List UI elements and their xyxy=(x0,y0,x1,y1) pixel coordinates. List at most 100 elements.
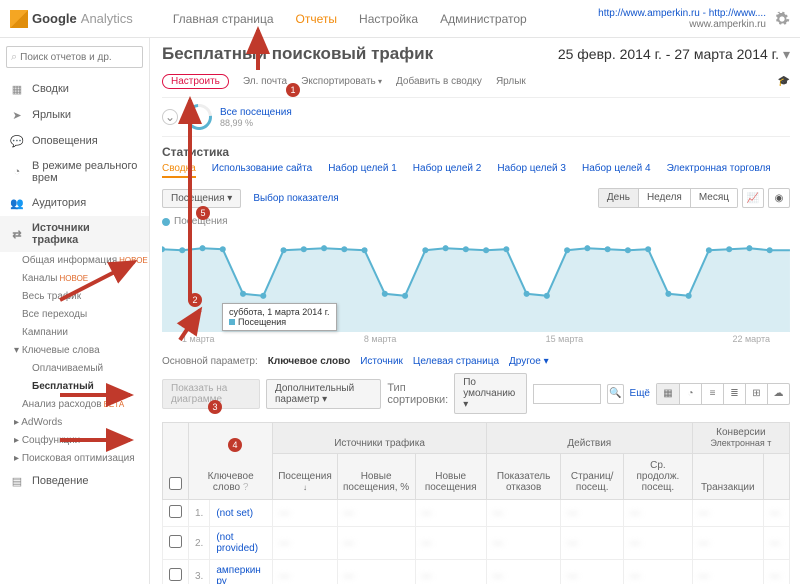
shortcut-icon: ➤ xyxy=(10,108,24,122)
sidebar-item-audience[interactable]: 👥 Аудитория xyxy=(0,190,149,216)
nav-admin[interactable]: Администратор xyxy=(440,12,527,26)
view-pivot-icon[interactable]: ⊞ xyxy=(745,384,767,404)
subnav-social[interactable]: ▸ Соцфункции xyxy=(14,432,149,450)
subnav-campaigns[interactable]: Кампании xyxy=(22,324,149,342)
tab-ecommerce[interactable]: Электронная торговля xyxy=(667,163,771,178)
sidebar-item-realtime[interactable]: ◔ В режиме реального врем xyxy=(0,154,149,190)
chart-type-motion-icon[interactable]: ◉ xyxy=(768,188,790,208)
dashboard-icon: ▦ xyxy=(10,82,24,96)
export-button[interactable]: Экспортировать xyxy=(301,76,382,87)
nav-home[interactable]: Главная страница xyxy=(173,12,274,26)
view-table-icon[interactable]: ▦ xyxy=(657,384,679,404)
top-nav: Главная страница Отчеты Настройка Админи… xyxy=(173,12,527,26)
dim-source[interactable]: Источник xyxy=(360,356,403,367)
subnav-all-traffic[interactable]: Весь трафик xyxy=(22,288,149,306)
collapse-icon[interactable]: ⌄ xyxy=(162,109,178,125)
logo-text-google: Google xyxy=(32,11,77,26)
tab-site-usage[interactable]: Использование сайта xyxy=(212,163,312,178)
tab-goalset-4[interactable]: Набор целей 4 xyxy=(582,163,651,178)
chart-type-line-icon[interactable]: 📈 xyxy=(742,188,764,208)
secondary-dim-dropdown[interactable]: Дополнительный параметр ▾ xyxy=(266,379,381,409)
table-row[interactable]: 3. амперкин ру ———————— xyxy=(163,560,790,584)
logo[interactable]: Google Analytics xyxy=(10,10,133,28)
advanced-link[interactable]: Ещё xyxy=(630,388,650,399)
col-keyword[interactable]: Ключевое слово ? xyxy=(189,423,273,500)
nav-reports[interactable]: Отчеты xyxy=(296,12,337,26)
search-button-icon[interactable]: 🔍 xyxy=(607,384,624,404)
sidebar-item-behavior[interactable]: ▤ Поведение xyxy=(0,468,149,494)
tab-summary[interactable]: Сводка xyxy=(162,163,196,178)
sidebar-item-dashboards[interactable]: ▦ Сводки xyxy=(0,76,149,102)
view-performance-icon[interactable]: ≡ xyxy=(701,384,723,404)
dim-landing[interactable]: Целевая страница xyxy=(413,356,499,367)
col-new-visits-pct[interactable]: Новые посещения, % xyxy=(337,454,415,500)
traffic-icon: ⇄ xyxy=(10,227,24,241)
view-percent-icon[interactable]: ◔ xyxy=(679,384,701,404)
plot-rows-button[interactable]: Показать на диаграмме xyxy=(162,379,260,409)
sidebar-item-shortcuts[interactable]: ➤ Ярлыки xyxy=(0,102,149,128)
subnav-seo[interactable]: ▸ Поисковая оптимизация xyxy=(14,450,149,468)
email-button[interactable]: Эл. почта xyxy=(243,76,287,87)
nav-setup[interactable]: Настройка xyxy=(359,12,418,26)
customize-button[interactable]: Настроить xyxy=(162,74,229,89)
col-duration[interactable]: Ср. продолж. посещ. xyxy=(624,454,693,500)
row-checkbox[interactable] xyxy=(169,535,182,548)
keyword-cell[interactable]: (not provided) xyxy=(210,527,273,560)
education-icon[interactable]: 🎓 xyxy=(778,76,790,87)
subnav-cost[interactable]: Анализ расходовБЕТА xyxy=(22,396,149,414)
col-bounce[interactable]: Показатель отказов xyxy=(486,454,560,500)
primary-dim-label: Основной параметр: xyxy=(162,356,258,367)
x-tick: 15 марта xyxy=(546,334,584,344)
select-all-checkbox[interactable] xyxy=(169,477,182,490)
sidebar-item-alerts[interactable]: 💬 Оповещения xyxy=(0,128,149,154)
metric-dropdown[interactable]: Посещения ▾ xyxy=(162,189,241,208)
add-to-dashboard-button[interactable]: Добавить в сводку xyxy=(396,76,482,87)
subnav-keywords[interactable]: ▾ Ключевые слова xyxy=(14,342,149,360)
col-transactions[interactable]: Транзакции xyxy=(692,454,763,500)
table-row[interactable]: 2. (not provided) ———————— xyxy=(163,527,790,560)
shortcut-button[interactable]: Ярлык xyxy=(496,76,526,87)
keyword-cell[interactable]: амперкин ру xyxy=(210,560,273,584)
subnav-all-referrals[interactable]: Все переходы xyxy=(22,306,149,324)
stats-heading: Статистика xyxy=(162,145,790,159)
subnav-adwords[interactable]: ▸ AdWords xyxy=(14,414,149,432)
chart-tooltip: суббота, 1 марта 2014 г. Посещения xyxy=(222,303,337,331)
table-row[interactable]: 1. (not set) ———————— xyxy=(163,500,790,527)
row-checkbox[interactable] xyxy=(169,568,182,581)
dim-keyword[interactable]: Ключевое слово xyxy=(268,356,350,367)
vs-metric-selector[interactable]: Выбор показателя xyxy=(253,193,338,204)
tab-goalset-1[interactable]: Набор целей 1 xyxy=(328,163,397,178)
sidebar-item-traffic-sources[interactable]: ⇄ Источники трафика xyxy=(0,216,149,252)
tab-goalset-2[interactable]: Набор целей 2 xyxy=(413,163,482,178)
granularity-week[interactable]: Неделя xyxy=(638,189,690,207)
help-icon[interactable]: ? xyxy=(243,482,249,493)
subnav-channels[interactable]: КаналыНОВОЕ xyxy=(22,270,149,288)
page-title: Бесплатный поисковый трафик xyxy=(162,44,433,64)
audience-icon: 👥 xyxy=(10,196,24,210)
line-chart[interactable]: суббота, 1 марта 2014 г. Посещения xyxy=(162,231,790,331)
x-tick: 1 марта xyxy=(182,334,215,344)
segment-all-visits[interactable]: Все посещения xyxy=(220,107,292,118)
subnav-paid[interactable]: Оплачиваемый xyxy=(22,360,149,378)
granularity-month[interactable]: Месяц xyxy=(690,189,737,207)
clock-icon: ◔ xyxy=(10,165,24,179)
col-new-visits[interactable]: Новые посещения xyxy=(415,454,486,500)
subnav-free[interactable]: Бесплатный xyxy=(22,378,149,396)
col-pages[interactable]: Страниц/ посещ. xyxy=(561,454,624,500)
col-visits[interactable]: Посещения xyxy=(273,454,337,500)
gear-icon[interactable] xyxy=(774,11,790,27)
subnav-overview[interactable]: Общая информацияНОВОЕ xyxy=(22,252,149,270)
search-input[interactable]: ⌕ xyxy=(6,46,143,68)
tab-goalset-3[interactable]: Набор целей 3 xyxy=(497,163,566,178)
row-checkbox[interactable] xyxy=(169,505,182,518)
view-cloud-icon[interactable]: ☁ xyxy=(767,384,789,404)
granularity-day[interactable]: День xyxy=(599,189,638,207)
table-search-input[interactable] xyxy=(533,384,601,404)
x-tick: 8 марта xyxy=(364,334,397,344)
view-comparison-icon[interactable]: ≣ xyxy=(723,384,745,404)
date-range-picker[interactable]: 25 февр. 2014 г. - 27 марта 2014 г.▾ xyxy=(558,46,790,63)
account-selector[interactable]: http://www.amperkin.ru - http://www.... xyxy=(598,8,766,19)
sort-dropdown[interactable]: По умолчанию ▾ xyxy=(454,373,527,414)
dim-other[interactable]: Другое ▾ xyxy=(509,356,549,367)
keyword-cell[interactable]: (not set) xyxy=(210,500,273,527)
